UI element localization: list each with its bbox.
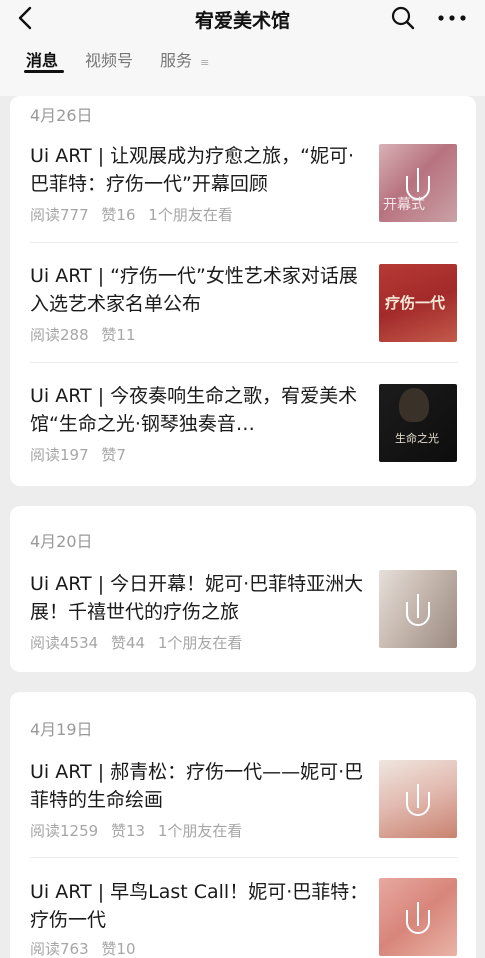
ui-logo-icon (406, 784, 430, 816)
article-title: Ui ART | 今夜奏响生命之歌，宥爱美术馆“生命之光·钢琴独奏音… (30, 385, 358, 435)
read-count: 阅读763 (30, 940, 89, 958)
article-meta: 阅读1259 赞13 1个朋友在看 (30, 820, 250, 841)
article-thumbnail: 开幕式 (379, 144, 457, 222)
like-count: 赞11 (101, 326, 136, 344)
read-count: 阅读4534 (30, 634, 99, 652)
article-thumbnail (379, 760, 457, 838)
friends-watching: 1个朋友在看 (148, 206, 233, 224)
article-meta: 阅读197 赞7 (30, 444, 134, 465)
article-item[interactable]: Ui ART | 今夜奏响生命之歌，宥爱美术馆“生命之光·钢琴独奏音… 阅读19… (10, 382, 476, 482)
group-date: 4月26日 (30, 106, 93, 125)
read-count: 阅读288 (30, 326, 89, 344)
tab-messages[interactable]: 消息 (26, 47, 58, 71)
tab-services-label: 服务 (160, 51, 193, 70)
article-thumbnail: 生命之光 (379, 384, 457, 462)
menu-icon: ≡ (200, 56, 210, 69)
more-icon[interactable] (436, 6, 468, 30)
ui-logo-icon (406, 594, 430, 626)
top-bar: 宥爱美术馆 消息 视频号 服务 ≡ (0, 0, 485, 96)
group-date: 4月20日 (30, 532, 93, 551)
ui-logo-icon (406, 902, 430, 934)
article-meta: 阅读763 赞10 (30, 938, 144, 958)
article-title: Ui ART | 早鸟Last Call！妮可·巴菲特：疗伤一代 (30, 881, 369, 931)
friends-watching: 1个朋友在看 (157, 822, 243, 840)
article-item[interactable]: Ui ART | 今日开幕！妮可·巴菲特亚洲大展！千禧世代的疗伤之旅 阅读453… (10, 570, 476, 670)
article-meta: 阅读288 赞11 (30, 324, 144, 345)
tab-bar: 消息 视频号 服务 ≡ (0, 44, 485, 74)
message-group: 4月26日 Ui ART | 让观展成为疗愈之旅，“妮可·巴菲特：疗伤一代”开幕… (10, 96, 476, 486)
article-title: Ui ART | “疗伤一代”女性艺术家对话展入选艺术家名单公布 (30, 265, 358, 315)
read-count: 阅读777 (30, 206, 89, 224)
read-count: 阅读197 (30, 446, 89, 464)
article-thumbnail (379, 570, 457, 648)
like-count: 赞10 (101, 940, 136, 958)
group-date: 4月19日 (30, 720, 93, 739)
like-count: 赞7 (101, 446, 126, 464)
search-icon[interactable] (390, 5, 416, 31)
divider (30, 362, 458, 363)
like-count: 赞16 (101, 206, 136, 224)
article-title: Ui ART | 让观展成为疗愈之旅，“妮可·巴菲特：疗伤一代”开幕回顾 (30, 145, 355, 195)
friends-watching: 1个朋友在看 (157, 634, 243, 652)
article-thumbnail: 疗伤一代 (379, 264, 457, 342)
article-title: Ui ART | 今日开幕！妮可·巴菲特亚洲大展！千禧世代的疗伤之旅 (30, 573, 364, 623)
read-count: 阅读1259 (30, 822, 99, 840)
message-group: 4月19日 Ui ART | 郝青松：疗伤一代——妮可·巴菲特的生命绘画 阅读1… (10, 692, 476, 958)
portrait-shape (399, 388, 429, 422)
thumbnail-caption: 开幕式 (383, 197, 425, 213)
divider (30, 857, 458, 858)
article-item[interactable]: Ui ART | 早鸟Last Call！妮可·巴菲特：疗伤一代 阅读763 赞… (10, 878, 476, 958)
article-title: Ui ART | 郝青松：疗伤一代——妮可·巴菲特的生命绘画 (30, 761, 364, 811)
thumbnail-caption: 生命之光 (395, 432, 439, 445)
like-count: 赞44 (110, 634, 146, 652)
divider (30, 242, 458, 243)
article-meta: 阅读4534 赞44 1个朋友在看 (30, 632, 250, 653)
message-group: 4月20日 Ui ART | 今日开幕！妮可·巴菲特亚洲大展！千禧世代的疗伤之旅… (10, 506, 476, 672)
tab-active-indicator (24, 70, 64, 73)
thumbnail-caption: 疗伤一代 (385, 294, 446, 312)
tab-services[interactable]: 服务 ≡ (160, 47, 209, 71)
like-count: 赞13 (110, 822, 146, 840)
article-thumbnail (379, 878, 457, 956)
tab-channels[interactable]: 视频号 (85, 47, 133, 71)
article-meta: 阅读777 赞16 1个朋友在看 (30, 204, 241, 225)
